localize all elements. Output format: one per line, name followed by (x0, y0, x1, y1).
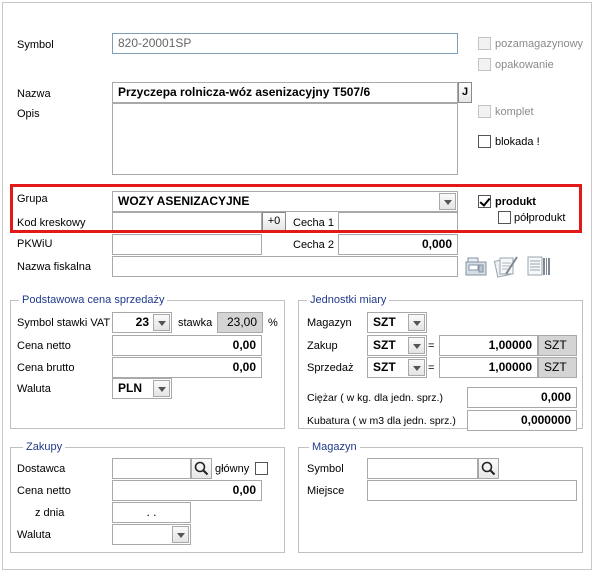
blokada-label: blokada ! (495, 136, 540, 148)
zakup-unit-dropdown-icon[interactable] (408, 337, 425, 354)
cena-netto-label: Cena netto (17, 340, 71, 352)
waluta-dropdown-icon[interactable] (153, 380, 170, 397)
percent-label: % (268, 317, 278, 329)
cash-register-icon[interactable] (464, 256, 488, 278)
pozamagazynowy-label: pozamagazynowy (495, 38, 584, 50)
pozamagazynowy-checkbox[interactable] (478, 37, 491, 50)
vat-dropdown-icon[interactable] (153, 314, 170, 331)
ciezar-input[interactable]: 0,000 (467, 387, 577, 408)
magazyn-symbol-label: Symbol (307, 463, 344, 475)
highlight-box (10, 184, 582, 233)
cena-brutto-label: Cena brutto (17, 362, 75, 374)
symbol-label: Symbol (17, 39, 54, 51)
symbol-input[interactable]: 820-20001SP (112, 33, 458, 54)
waluta-label: Waluta (17, 383, 51, 395)
opakowanie-label: opakowanie (495, 59, 554, 71)
opis-textarea[interactable] (112, 103, 458, 175)
glowny-label: główny (215, 463, 250, 475)
opakowanie-checkbox[interactable] (478, 58, 491, 71)
product-form: Symbol 820-20001SP pozamagazynowy opakow… (2, 2, 592, 570)
pkwiu-input[interactable] (112, 234, 262, 255)
cecha2-input[interactable]: 0,000 (338, 234, 458, 255)
ciezar-label: Ciężar ( w kg. dla jedn. sprz.) (307, 392, 443, 404)
komplet-checkbox[interactable] (478, 105, 491, 118)
sprzedaz-base-unit: SZT (538, 357, 577, 378)
blokada-checkbox[interactable] (478, 135, 491, 148)
opis-label: Opis (17, 108, 40, 120)
sprzedaz-ratio-input[interactable]: 1,00000 (439, 357, 538, 378)
magazyn-title: Magazyn (309, 440, 360, 454)
edit-documents-icon[interactable] (493, 254, 519, 278)
dostawca-label: Dostawca (17, 463, 66, 475)
miejsce-input[interactable] (367, 480, 577, 501)
nazwa-j-button[interactable]: J (458, 82, 472, 103)
pkwiu-label: PKWiU (17, 238, 53, 250)
magazyn-unit-dropdown-icon[interactable] (408, 314, 425, 331)
stawka-value: 23,00 (217, 312, 263, 333)
zakupy-title: Zakupy (23, 440, 66, 454)
kubatura-input[interactable]: 0,000000 (467, 410, 577, 431)
sprzedaz-unit-label: Sprzedaż (307, 362, 354, 374)
kubatura-label: Kubatura ( w m3 dla jedn. sprz.) (307, 415, 456, 427)
stawka-label: stawka (178, 317, 213, 329)
zakupy-cena-netto-label: Cena netto (17, 485, 71, 497)
dostawca-search-icon[interactable] (191, 458, 212, 479)
zakup-equals: = (428, 340, 435, 352)
zakup-ratio-input[interactable]: 1,00000 (439, 335, 538, 356)
zakupy-cena-netto-input[interactable]: 0,00 (112, 480, 262, 501)
magazyn-search-icon[interactable] (478, 458, 499, 479)
dostawca-input[interactable] (112, 458, 191, 479)
zakup-unit-label: Zakup (307, 340, 338, 352)
cena-brutto-input[interactable]: 0,00 (112, 357, 262, 378)
magazyn-symbol-input[interactable] (367, 458, 478, 479)
magazyn-unit-label: Magazyn (307, 317, 352, 329)
cecha2-label: Cecha 2 (293, 239, 334, 251)
sprzedaz-equals: = (428, 362, 435, 374)
nazwa-input[interactable]: Przyczepa rolnicza-wóz asenizacyjny T507… (112, 82, 458, 103)
jednostki-miary-title: Jednostki miary (307, 293, 390, 307)
cena-sprzedazy-title: Podstawowa cena sprzedaży (19, 293, 168, 307)
nazwa-label: Nazwa (17, 88, 51, 100)
barcode-list-icon[interactable] (525, 254, 551, 278)
miejsce-label: Miejsce (307, 485, 345, 497)
glowny-checkbox[interactable] (255, 462, 268, 475)
nazwa-fiskalna-label: Nazwa fiskalna (17, 261, 91, 273)
zakupy-waluta-dropdown-icon[interactable] (172, 526, 189, 543)
komplet-label: komplet (495, 106, 534, 118)
cena-netto-input[interactable]: 0,00 (112, 335, 262, 356)
zakupy-waluta-label: Waluta (17, 529, 51, 541)
zakup-base-unit: SZT (538, 335, 577, 356)
sprzedaz-unit-dropdown-icon[interactable] (408, 359, 425, 376)
nazwa-fiskalna-input[interactable] (112, 256, 458, 277)
vat-label: Symbol stawki VAT (17, 317, 111, 329)
z-dnia-input[interactable]: . . (112, 502, 191, 523)
z-dnia-label: z dnia (35, 507, 65, 519)
